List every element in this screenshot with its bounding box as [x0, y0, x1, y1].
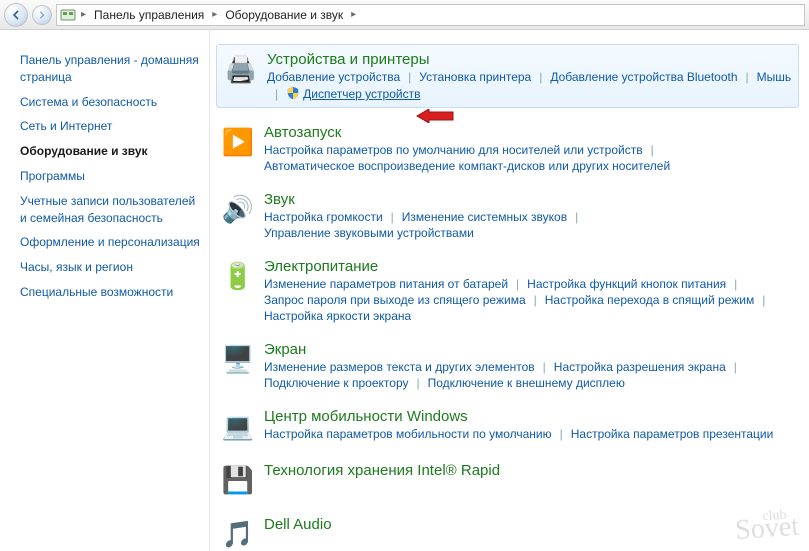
separator: | [746, 70, 749, 84]
category-link[interactable]: Добавление устройства Bluetooth [550, 70, 737, 84]
category-link[interactable]: Настройка функций кнопок питания [527, 277, 726, 291]
address-bar-container: ▸ Панель управления ▸ Оборудование и зву… [0, 0, 809, 30]
dell-audio-icon: 🎵 [220, 516, 256, 551]
category-link[interactable]: Изменение системных звуков [402, 210, 567, 224]
separator: | [275, 87, 278, 101]
category-title[interactable]: Экран [264, 341, 795, 358]
breadcrumb-control-panel[interactable]: Панель управления [90, 5, 208, 25]
category-link[interactable]: Настройка громкости [264, 210, 383, 224]
category-3: 🔋 Электропитание Изменение параметров пита… [216, 256, 799, 325]
separator: | [734, 360, 737, 374]
sidebar-item-0[interactable]: Панель управления - домашняя страница [20, 48, 201, 90]
category-link[interactable]: Изменение параметров питания от батарей [264, 277, 508, 291]
category-link[interactable]: Управление звуковыми устройствами [264, 226, 474, 240]
control-panel-icon [59, 6, 77, 24]
category-link[interactable]: Установка принтера [419, 70, 531, 84]
sidebar-item-3[interactable]: Оборудование и звук [20, 139, 201, 164]
category-0: 🖨️ Устройства и принтеры Добавление устрой… [216, 44, 799, 108]
category-5: 💻 Центр мобильности Windows Настройка пара… [216, 406, 799, 446]
separator: | [575, 210, 578, 224]
category-2: 🔊 Звук Настройка громкости | Изменение систе… [216, 189, 799, 242]
forward-button[interactable] [32, 5, 52, 25]
category-title[interactable]: Электропитание [264, 258, 795, 275]
separator: | [543, 360, 546, 374]
category-link[interactable]: Настройка яркости экрана [264, 309, 411, 323]
category-link[interactable]: Настройка разрешения экрана [554, 360, 726, 374]
separator: | [734, 277, 737, 291]
separator: | [560, 427, 563, 441]
sidebar-item-5[interactable]: Учетные записи пользователей и семейная … [20, 189, 201, 231]
category-4: 🖥️ Экран Изменение размеров текста и други… [216, 339, 799, 392]
category-link[interactable]: Настройка перехода в спящий режим [545, 293, 754, 307]
power-icon: 🔋 [220, 258, 256, 294]
sidebar-item-2[interactable]: Сеть и Интернет [20, 114, 201, 139]
content-area: Панель управления - домашняя страницаСис… [0, 30, 809, 551]
category-title[interactable]: Центр мобильности Windows [264, 408, 795, 425]
chevron-right-icon: ▸ [79, 9, 88, 20]
separator: | [539, 70, 542, 84]
intel-rapid-icon: 💾 [220, 462, 256, 498]
separator: | [651, 143, 654, 157]
sidebar-item-8[interactable]: Специальные возможности [20, 280, 201, 305]
main-panel: 🖨️ Устройства и принтеры Добавление устрой… [210, 30, 809, 551]
separator: | [516, 277, 519, 291]
separator: | [417, 376, 420, 390]
category-title[interactable]: Автозапуск [264, 124, 795, 141]
category-link[interactable]: Добавление устройства [267, 70, 400, 84]
separator: | [762, 293, 765, 307]
category-link[interactable]: Подключение к внешнему дисплею [428, 376, 625, 390]
sidebar-item-1[interactable]: Система и безопасность [20, 90, 201, 115]
category-7: 🎵 Dell Audio [216, 514, 799, 551]
back-button[interactable] [4, 3, 28, 27]
sidebar-item-6[interactable]: Оформление и персонализация [20, 230, 201, 255]
category-link[interactable]: Настройка параметров мобильности по умол… [264, 427, 552, 441]
category-link[interactable]: Запрос пароля при выходе из спящего режи… [264, 293, 526, 307]
uac-shield-icon [286, 86, 300, 100]
category-link[interactable]: Диспетчер устройств [286, 86, 420, 101]
category-link[interactable]: Мышь [757, 70, 792, 84]
printer-icon: 🖨️ [223, 51, 259, 87]
category-link[interactable]: Изменение размеров текста и других элеме… [264, 360, 535, 374]
breadcrumb-hardware-sound[interactable]: Оборудование и звук [221, 5, 347, 25]
separator: | [408, 70, 411, 84]
category-link[interactable]: Автоматическое воспроизведение компакт-д… [264, 159, 670, 173]
separator: | [534, 293, 537, 307]
sidebar-item-4[interactable]: Программы [20, 164, 201, 189]
separator: | [391, 210, 394, 224]
category-link[interactable]: Настройка параметров презентации [571, 427, 774, 441]
category-title[interactable]: Технология хранения Intel® Rapid [264, 462, 795, 479]
category-1: ▶️ Автозапуск Настройка параметров по умол… [216, 122, 799, 175]
category-6: 💾 Технология хранения Intel® Rapid [216, 460, 799, 500]
sound-icon: 🔊 [220, 191, 256, 227]
display-icon: 🖥️ [220, 341, 256, 377]
sidebar-item-7[interactable]: Часы, язык и регион [20, 255, 201, 280]
category-title[interactable]: Dell Audio [264, 516, 795, 533]
category-title[interactable]: Звук [264, 191, 795, 208]
chevron-right-icon: ▸ [210, 9, 219, 20]
mobility-icon: 💻 [220, 408, 256, 444]
autoplay-icon: ▶️ [220, 124, 256, 160]
category-link[interactable]: Подключение к проектору [264, 376, 409, 390]
sidebar: Панель управления - домашняя страницаСис… [0, 30, 210, 551]
category-title[interactable]: Устройства и принтеры [267, 51, 792, 68]
category-link[interactable]: Настройка параметров по умолчанию для но… [264, 143, 643, 157]
address-bar[interactable]: ▸ Панель управления ▸ Оборудование и зву… [56, 4, 805, 26]
chevron-right-icon: ▸ [349, 9, 358, 20]
